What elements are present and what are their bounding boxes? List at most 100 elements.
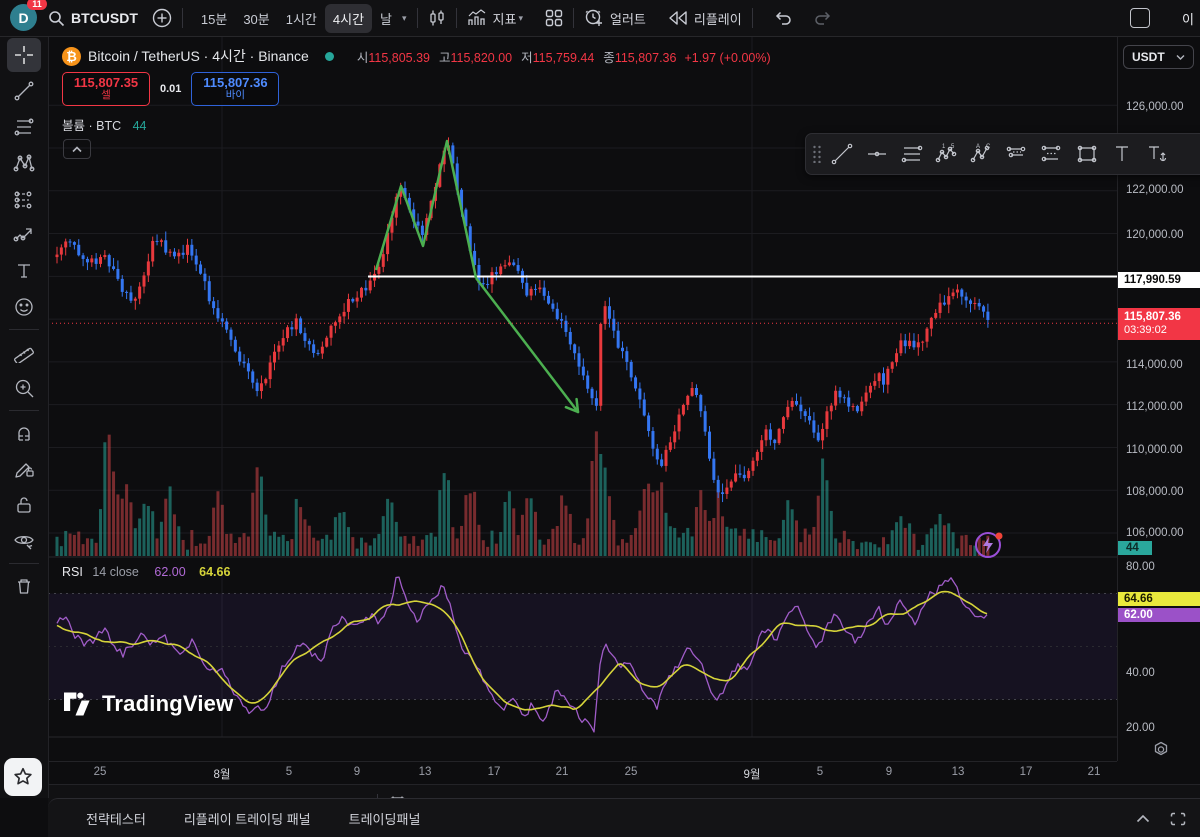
xabcd-pattern-tool-icon[interactable]: [7, 146, 41, 180]
axis-settings-gear-icon[interactable]: [1152, 741, 1170, 759]
symbol-title[interactable]: Bitcoin / TetherUS · 4시간 · Binance: [88, 46, 309, 66]
text-icon[interactable]: [1104, 138, 1139, 170]
crosshair-tool-icon[interactable]: [7, 38, 41, 72]
indicators-button[interactable]: 지표: [493, 9, 517, 28]
elliott-impulse-icon[interactable]: 15: [929, 138, 964, 170]
interval-button-30분[interactable]: 30분: [235, 4, 277, 33]
interval-button-4시간[interactable]: 4시간: [325, 4, 372, 33]
zoom-in-tool-icon[interactable]: [7, 371, 41, 405]
price-axis-label: 114,000.00: [1126, 359, 1183, 371]
volume-indicator-row[interactable]: 볼륨 · BTC 44: [62, 115, 147, 134]
lock-all-tool-icon[interactable]: [7, 488, 41, 522]
time-axis-label: 9: [354, 766, 360, 778]
ohlc-value: 115,807.36: [615, 51, 677, 65]
hide-drawings-tool-icon[interactable]: [7, 524, 41, 558]
collapse-chevron-button[interactable]: [63, 139, 91, 159]
divider: [456, 8, 457, 28]
trend-line-tool-icon[interactable]: [7, 74, 41, 108]
indicators-icon[interactable]: [467, 9, 487, 27]
panel-tabs: 전략테스터 리플레이 트레이딩 패널 트레이딩패널: [48, 809, 420, 828]
panel-fullscreen-icon[interactable]: [1170, 812, 1186, 826]
rsi-ma-value: 62.00: [154, 565, 185, 579]
market-status-icon[interactable]: [325, 52, 334, 61]
alert-button[interactable]: 얼러트: [610, 9, 646, 28]
rectangle-icon[interactable]: [1069, 138, 1104, 170]
compare-add-icon[interactable]: [152, 8, 172, 28]
rsi-ma-label: 62.00: [1118, 608, 1200, 622]
save-layout-icon[interactable]: [1130, 8, 1150, 28]
spark-quick-trade-button[interactable]: [972, 528, 1004, 560]
parallel-channel-icon[interactable]: [999, 138, 1034, 170]
interval-button-15분[interactable]: 15분: [193, 4, 235, 33]
ohlc-values: 시115,805.39고115,820.00저115,759.44종115,80…: [348, 47, 771, 66]
emoji-tool-icon[interactable]: [7, 290, 41, 324]
magnet-tool-icon[interactable]: [7, 416, 41, 450]
interval-chevron-down-icon[interactable]: ▾: [402, 13, 407, 24]
price-axis-label: 20.00: [1126, 722, 1155, 734]
undo-icon[interactable]: [773, 10, 793, 26]
search-icon[interactable]: [48, 10, 65, 27]
time-axis-label: 9: [886, 766, 892, 778]
bar-countdown: 03:39:02: [1124, 324, 1195, 338]
indicators-chevron-down-icon[interactable]: ▾: [518, 13, 523, 24]
currency-dropdown[interactable]: USDT: [1123, 45, 1194, 69]
trade-buttons-row: 115,807.35 셀 0.01 115,807.36 바이: [62, 72, 279, 106]
time-axis-label: 21: [556, 766, 569, 778]
time-axis[interactable]: 258월59131721259월59131721: [48, 761, 1117, 785]
drawing-mode-tool-icon[interactable]: [7, 452, 41, 486]
elliott-correction-icon[interactable]: AC: [964, 138, 999, 170]
symbol-info-row: ₿ Bitcoin / TetherUS · 4시간 · Binance 시11…: [62, 46, 771, 66]
trend-line-icon[interactable]: [824, 138, 859, 170]
top-toolbar: D 11 BTCUSDT 15분30분1시간4시간날 ▾ 지표 ▾: [0, 0, 1200, 37]
alert-icon[interactable]: [584, 8, 604, 28]
chevron-down-icon: [1176, 54, 1185, 60]
symbol-search-button[interactable]: BTCUSDT: [71, 10, 138, 26]
remove-drawings-tool-icon[interactable]: [7, 569, 41, 603]
replay-icon[interactable]: [668, 10, 688, 26]
watermark-text: TradingView: [102, 691, 233, 717]
floating-drawing-toolbar[interactable]: 15AC: [805, 133, 1200, 175]
interval-button-날[interactable]: 날: [372, 4, 400, 33]
anchored-text-icon[interactable]: [1139, 138, 1174, 170]
panel-tab[interactable]: 전략테스터: [86, 809, 146, 828]
chart-pane[interactable]: ₿ Bitcoin / TetherUS · 4시간 · Binance 시11…: [48, 36, 1117, 760]
flat-channel-icon[interactable]: [1034, 138, 1069, 170]
panel-tab[interactable]: 트레이딩패널: [349, 809, 421, 828]
tradingview-app: D 11 BTCUSDT 15분30분1시간4시간날 ▾ 지표 ▾: [0, 0, 1200, 837]
layout-name[interactable]: 이: [1182, 9, 1200, 28]
layout-grid-icon[interactable]: [545, 9, 563, 27]
drag-handle-icon[interactable]: [810, 138, 824, 170]
measure-tool-icon[interactable]: [7, 335, 41, 369]
panel-tab[interactable]: 리플레이 트레이딩 패널: [184, 809, 311, 828]
projection-tool-icon[interactable]: [7, 182, 41, 216]
volume-label: 볼륨 · BTC: [62, 119, 121, 133]
buy-price: 115,807.36: [203, 76, 267, 90]
buy-label: 바이: [226, 90, 245, 102]
text-tool-icon[interactable]: [7, 254, 41, 288]
horizontal-line-icon[interactable]: [859, 138, 894, 170]
buy-button[interactable]: 115,807.36 바이: [191, 72, 279, 106]
time-axis-label: 17: [488, 766, 501, 778]
volume-axis-label: 44: [1118, 541, 1152, 555]
interval-button-1시간[interactable]: 1시간: [278, 4, 325, 33]
tradingview-logo-icon: [64, 692, 94, 716]
time-axis-label: 17: [1020, 766, 1033, 778]
time-axis-label: 5: [286, 766, 292, 778]
bottom-panel-bar: 전략테스터 리플레이 트레이딩 패널 트레이딩패널: [48, 798, 1200, 837]
rsi-value-label: 64.66: [1118, 592, 1200, 606]
price-axis-label: 106,000.00: [1126, 527, 1184, 539]
arrow-marker-tool-icon[interactable]: [7, 218, 41, 252]
panel-expand-chevron-icon[interactable]: [1136, 814, 1150, 823]
fib-retracement-tool-icon[interactable]: [7, 110, 41, 144]
favorites-star-button[interactable]: [4, 758, 42, 796]
time-axis-label: 8월: [214, 766, 231, 782]
chart-style-candles-icon[interactable]: [428, 9, 446, 27]
notification-badge: 11: [27, 0, 47, 10]
sell-button[interactable]: 115,807.35 셀: [62, 72, 150, 106]
redo-icon[interactable]: [813, 10, 833, 26]
divider: [573, 8, 574, 28]
replay-button[interactable]: 리플레이: [694, 9, 742, 28]
fib-retracement-icon[interactable]: [894, 138, 929, 170]
price-axis-label: 110,000.00: [1126, 444, 1183, 456]
rsi-indicator-row[interactable]: RSI 14 close 62.00 64.66: [62, 565, 230, 579]
